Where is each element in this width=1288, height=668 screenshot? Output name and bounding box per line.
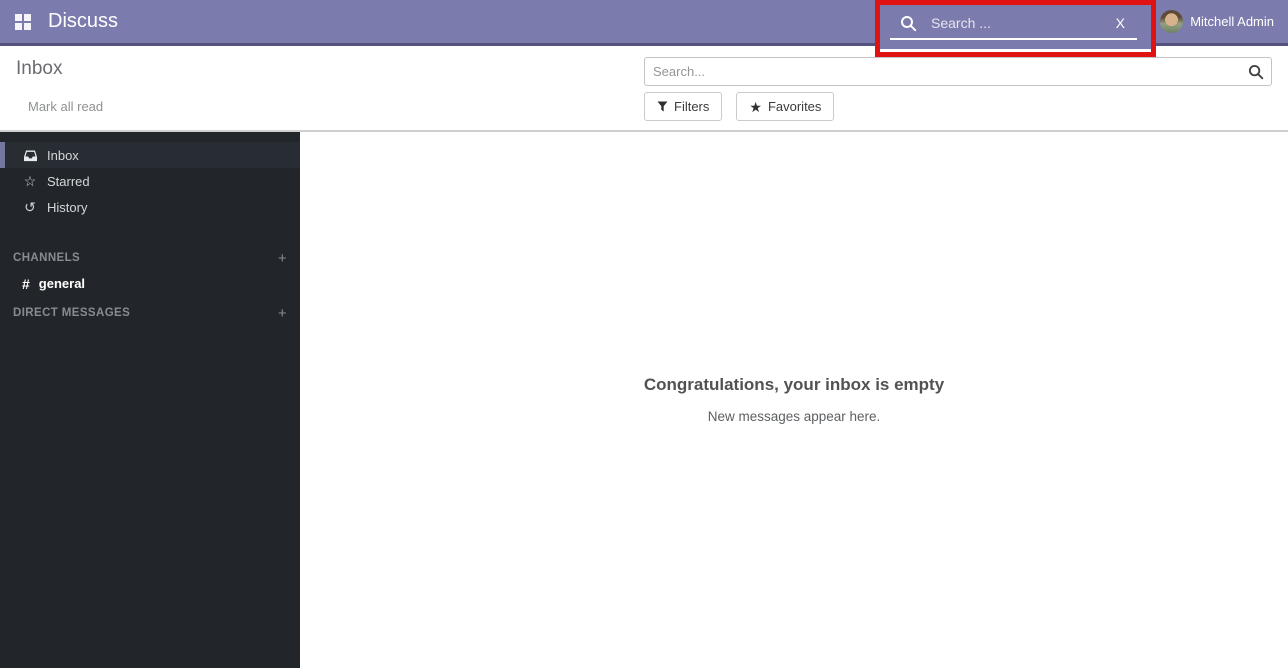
star-outline-icon: ☆ [22,173,38,190]
sidebar-item-history[interactable]: ↺ History [0,194,300,220]
user-menu[interactable]: Mitchell Admin [1160,10,1274,33]
thread-main-area: Congratulations, your inbox is empty New… [300,132,1288,668]
search-input[interactable] [645,64,1241,79]
add-channel-button[interactable]: + [278,250,287,267]
control-panel: Inbox Mark all read Filters ★ Favorites [0,46,1288,132]
systray-search-placeholder: Search ... [931,15,1116,31]
channels-section-header: CHANNELS + [0,248,300,268]
close-icon[interactable]: X [1116,15,1125,31]
app-title[interactable]: Discuss [48,10,118,33]
sidebar-item-inbox[interactable]: Inbox [0,142,300,168]
search-bar [644,57,1272,86]
favorites-button[interactable]: ★ Favorites [736,92,834,121]
inbox-icon [22,149,38,162]
hash-icon: # [22,276,30,292]
star-icon: ★ [749,100,762,114]
user-name: Mitchell Admin [1190,14,1274,29]
discuss-sidebar: Inbox ☆ Starred ↺ History CHANNELS + # g… [0,132,300,668]
apps-grid-icon [15,14,31,30]
history-icon: ↺ [22,199,38,216]
filters-button[interactable]: Filters [644,92,722,121]
search-icon [900,15,917,32]
sidebar-item-starred[interactable]: ☆ Starred [0,168,300,194]
direct-messages-header-label: DIRECT MESSAGES [13,307,278,319]
empty-state-title: Congratulations, your inbox is empty [300,375,1288,395]
systray-search-container: Search ... X [878,0,1153,49]
user-avatar [1160,10,1183,33]
favorites-label: Favorites [768,99,821,114]
search-underline [890,38,1137,40]
sidebar-channel-general[interactable]: # general [0,270,300,297]
direct-messages-section-header: DIRECT MESSAGES + [0,303,300,323]
mark-all-read-button[interactable]: Mark all read [28,99,103,114]
channels-header-label: CHANNELS [13,252,278,264]
add-direct-message-button[interactable]: + [278,305,287,322]
sidebar-item-label: Inbox [47,148,79,163]
empty-state-subtitle: New messages appear here. [300,409,1288,424]
apps-menu-button[interactable] [0,0,46,43]
sidebar-item-label: History [47,200,87,215]
breadcrumb: Inbox [16,58,62,80]
filters-label: Filters [674,99,709,114]
channel-label: general [39,276,85,291]
search-icon [1248,64,1264,80]
sidebar-item-label: Starred [47,174,90,189]
filter-buttons: Filters ★ Favorites [644,92,848,121]
search-submit-button[interactable] [1241,58,1271,85]
filter-funnel-icon [657,101,668,112]
